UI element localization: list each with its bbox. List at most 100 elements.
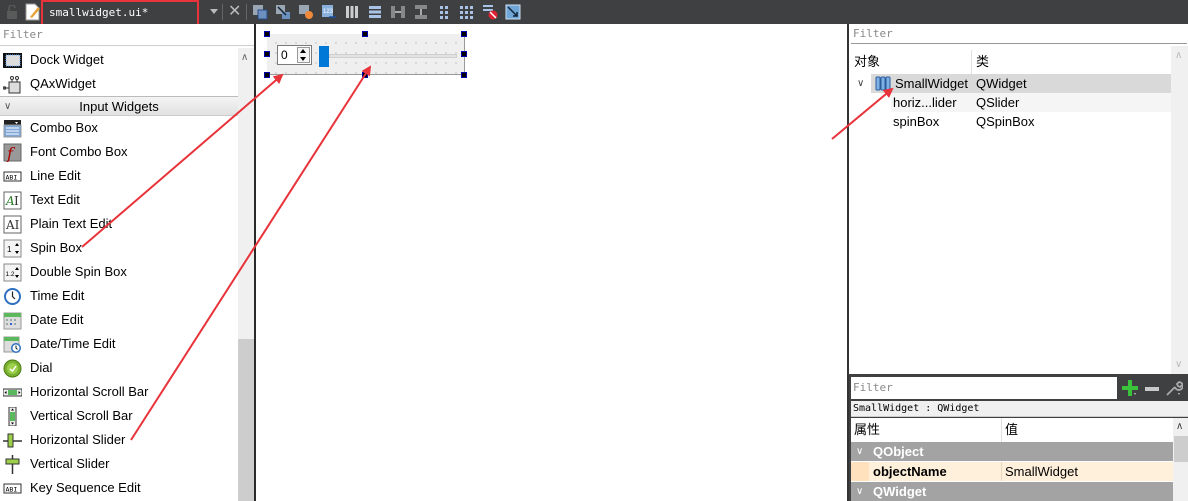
configure-wrench-icon[interactable] (1165, 379, 1183, 397)
toolbar-separator (222, 4, 223, 20)
property-value[interactable]: SmallWidget (1005, 462, 1078, 481)
scrollbar-thumb[interactable] (238, 339, 254, 501)
widget-item-dial[interactable]: Dial (0, 356, 238, 380)
chevron-down-icon[interactable]: ∨ (857, 74, 864, 93)
spinbox-buttons[interactable] (297, 47, 310, 63)
widget-box-scrollbar[interactable]: ∧ (238, 48, 254, 501)
widget-item-key-sequence-edit[interactable]: ABI Key Sequence Edit (0, 476, 238, 500)
widget-item-date-edit[interactable]: Date Edit (0, 308, 238, 332)
widget-item-time-edit[interactable]: Time Edit (0, 284, 238, 308)
file-selector-combo[interactable]: smallwidget.ui* (41, 0, 199, 27)
layout-horizontal-splitter-icon[interactable] (390, 4, 406, 20)
edit-widgets-icon[interactable] (252, 4, 268, 20)
column-header-class[interactable]: 类 (976, 50, 989, 74)
property-group-qobject[interactable]: ∨ QObject (851, 442, 1173, 461)
resize-handle[interactable] (362, 72, 368, 78)
remove-property-icon[interactable] (1145, 387, 1159, 391)
scroll-up-icon[interactable]: ∧ (241, 52, 248, 63)
dropdown-icon[interactable] (210, 9, 218, 14)
spin-up-icon[interactable] (300, 49, 306, 53)
filter-placeholder: Filter (3, 28, 43, 41)
small-widget-form[interactable]: 0 (267, 34, 465, 75)
resize-handle[interactable] (362, 31, 368, 37)
chevron-down-icon[interactable]: ∨ (856, 442, 863, 461)
filter-placeholder: Filter (853, 381, 893, 394)
widget-item-label: Date Edit (30, 312, 84, 327)
widget-item-label: Key Sequence Edit (30, 480, 141, 495)
widget-item-spin-box[interactable]: 1 Spin Box (0, 236, 238, 260)
row-gutter (851, 462, 869, 481)
widget-item-horizontal-scroll-bar[interactable]: Horizontal Scroll Bar (0, 380, 238, 404)
widget-item-double-spin-box[interactable]: 1.2 Double Spin Box (0, 260, 238, 284)
widget-item-vertical-slider[interactable]: Vertical Slider (0, 452, 238, 476)
scroll-down-icon[interactable]: ∨ (1175, 359, 1182, 370)
widget-item-label: Horizontal Scroll Bar (30, 384, 149, 399)
spinbox[interactable]: 0 (277, 45, 312, 65)
lock-icon[interactable] (6, 5, 18, 19)
date-time-edit-icon (3, 336, 21, 353)
slider-handle[interactable] (319, 46, 329, 67)
widget-item-label: Combo Box (30, 120, 98, 135)
layout-vertical-icon[interactable] (367, 4, 383, 20)
resize-handle[interactable] (264, 72, 270, 78)
scroll-up-icon[interactable]: ∧ (1175, 50, 1182, 61)
resize-handle[interactable] (264, 51, 270, 57)
property-table: 属性 值 ∨ QObject objectName SmallWidget ∨ … (851, 418, 1173, 501)
font-combo-box-icon: f (3, 143, 22, 162)
chevron-down-icon[interactable]: ∨ (856, 482, 863, 501)
property-editor-scrollbar[interactable]: ∧ (1173, 418, 1188, 501)
property-filter-input[interactable]: Filter (851, 377, 1117, 399)
horizontal-slider[interactable] (329, 54, 457, 58)
column-header-property[interactable]: 属性 (854, 418, 880, 442)
layout-horizontal-icon[interactable] (344, 4, 360, 20)
svg-text:ABI: ABI (6, 486, 18, 494)
widget-item-date-time-edit[interactable]: Date/Time Edit (0, 332, 238, 356)
selected-object-class-label: SmallWidget : QWidget (851, 401, 1188, 417)
spin-down-icon[interactable] (300, 57, 306, 61)
property-row-objectname[interactable]: objectName SmallWidget (851, 462, 1173, 481)
double-spin-box-icon: 1.2 (3, 263, 22, 282)
category-input-widgets[interactable]: ∨ Input Widgets (0, 96, 238, 116)
widget-item-label: Double Spin Box (30, 264, 127, 279)
object-inspector-scrollbar[interactable]: ∧ ∨ (1171, 46, 1188, 374)
dial-icon (3, 359, 22, 378)
object-row-smallwidget[interactable]: ∨ SmallWidget QWidget (851, 74, 1171, 93)
column-divider[interactable] (971, 50, 972, 74)
widget-item-label: Vertical Scroll Bar (30, 408, 133, 423)
scrollbar-thumb[interactable] (1174, 436, 1188, 462)
widget-item-plain-text-edit[interactable]: AI Plain Text Edit (0, 212, 238, 236)
widget-item-vertical-scroll-bar[interactable]: Vertical Scroll Bar (0, 404, 238, 428)
column-header-object[interactable]: 对象 (854, 50, 880, 74)
widget-filter-input[interactable]: Filter (0, 24, 254, 46)
object-filter-input[interactable]: Filter (851, 24, 1187, 44)
resize-handle[interactable] (461, 72, 467, 78)
property-group-qwidget[interactable]: ∨ QWidget (851, 482, 1173, 501)
widget-item-text-edit[interactable]: AI Text Edit (0, 188, 238, 212)
widget-item-qaxwidget[interactable]: QAxWidget (0, 72, 238, 96)
design-canvas[interactable]: 0 (254, 24, 848, 501)
property-table-header: 属性 值 (851, 418, 1173, 442)
edit-buddies-icon[interactable] (298, 4, 314, 20)
layout-form-icon[interactable] (436, 4, 452, 20)
object-row-spinbox[interactable]: spinBox QSpinBox (851, 112, 1171, 131)
close-icon[interactable]: ✕ (228, 3, 241, 21)
layout-vertical-splitter-icon[interactable] (413, 4, 429, 20)
adjust-size-icon[interactable] (505, 4, 521, 20)
widget-item-combo-box[interactable]: Combo Box (0, 116, 238, 140)
object-row-horizontal-slider[interactable]: horiz...lider QSlider (851, 93, 1171, 112)
widget-item-horizontal-slider[interactable]: Horizontal Slider (0, 428, 238, 452)
add-property-icon[interactable] (1121, 379, 1139, 397)
widget-item-dock-widget[interactable]: Dock Widget (0, 48, 238, 72)
column-header-value[interactable]: 值 (1005, 418, 1018, 442)
layout-grid-icon[interactable] (459, 4, 475, 20)
resize-handle[interactable] (264, 31, 270, 37)
resize-handle[interactable] (461, 51, 467, 57)
break-layout-icon[interactable] (482, 4, 498, 20)
edit-signals-slots-icon[interactable] (275, 4, 291, 20)
widget-item-line-edit[interactable]: ABI Line Edit (0, 164, 238, 188)
column-divider[interactable] (1001, 418, 1002, 442)
edit-tab-order-icon[interactable]: 123 (321, 4, 337, 20)
scroll-up-icon[interactable]: ∧ (1176, 421, 1183, 432)
widget-item-font-combo-box[interactable]: f Font Combo Box (0, 140, 238, 164)
resize-handle[interactable] (461, 31, 467, 37)
